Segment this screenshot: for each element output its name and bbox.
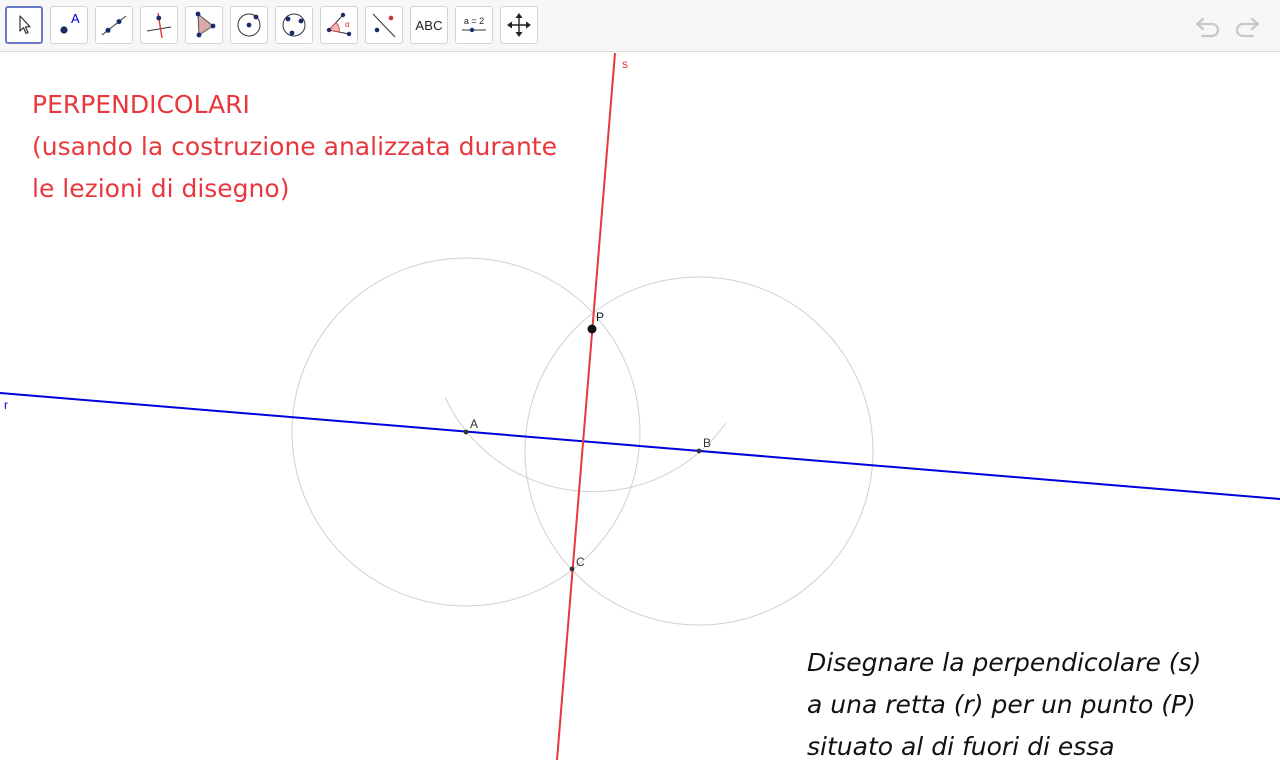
title-line: PERPENDICOLARI — [32, 90, 250, 119]
svg-text:α: α — [345, 20, 350, 29]
line-through-two-points-icon — [101, 15, 127, 36]
arrow-cursor-icon — [19, 15, 31, 35]
perpendicular-line-icon — [146, 12, 172, 39]
text-icon: ABC — [415, 17, 443, 33]
reflect-about-line-icon — [372, 13, 396, 38]
angle-tool-button[interactable]: α — [320, 6, 358, 44]
title-line: (usando la costruzione analizzata durant… — [32, 132, 557, 161]
point-p[interactable] — [587, 324, 597, 334]
title-text[interactable]: PERPENDICOLARI (usando la costruzione an… — [32, 84, 557, 210]
circle-tool-button[interactable] — [230, 6, 268, 44]
slider-tool-button[interactable]: a = 2 — [455, 6, 493, 44]
text-tool-button[interactable]: ABC — [410, 6, 448, 44]
point-b-label: B — [703, 436, 711, 450]
title-line: le lezioni di disegno) — [32, 174, 290, 203]
line-s-label: s — [622, 57, 628, 71]
line-s[interactable] — [556, 53, 616, 760]
undo-button[interactable] — [1193, 12, 1225, 40]
reflect-tool-button[interactable] — [365, 6, 403, 44]
point-c-label: C — [576, 555, 585, 569]
point-p-label: P — [596, 310, 604, 324]
redo-button[interactable] — [1230, 12, 1262, 40]
point-tool-button[interactable]: A — [50, 6, 88, 44]
slider-icon: a = 2 — [460, 16, 488, 34]
move-tool-button[interactable] — [5, 6, 43, 44]
point-c[interactable] — [569, 566, 575, 572]
description-text[interactable]: Disegnare la perpendicolare (s) a una re… — [807, 642, 1201, 760]
point-a-label: A — [470, 417, 478, 431]
move-view-icon — [507, 13, 531, 37]
line-tool-button[interactable] — [95, 6, 133, 44]
point-icon: A — [60, 11, 80, 34]
line-r-label: r — [4, 398, 8, 412]
description-line: situato al di fuori di essa — [807, 732, 1115, 760]
svg-text:A: A — [71, 11, 80, 26]
toolbar: A α ABC a = 2 — [0, 0, 1280, 52]
circle-through-three-points-tool-button[interactable] — [275, 6, 313, 44]
geogebra-app: A α ABC a = 2 r s P A B C PERPENDICOLARI… — [0, 0, 1280, 760]
point-b[interactable] — [696, 448, 702, 454]
move-graphics-view-tool-button[interactable] — [500, 6, 538, 44]
slider-icon-label: a = 2 — [463, 16, 485, 26]
description-line: a una retta (r) per un punto (P) — [807, 690, 1196, 719]
point-a[interactable] — [463, 429, 469, 435]
line-r[interactable] — [0, 392, 1280, 500]
circle-three-points-icon — [282, 13, 306, 37]
undo-icon — [1195, 17, 1220, 38]
circle-with-center-icon — [237, 13, 261, 37]
redo-icon — [1235, 17, 1260, 38]
perpendicular-line-tool-button[interactable] — [140, 6, 178, 44]
description-line: Disegnare la perpendicolare (s) — [807, 648, 1202, 677]
angle-icon: α — [326, 12, 352, 37]
polygon-icon — [195, 11, 216, 38]
polygon-tool-button[interactable] — [185, 6, 223, 44]
